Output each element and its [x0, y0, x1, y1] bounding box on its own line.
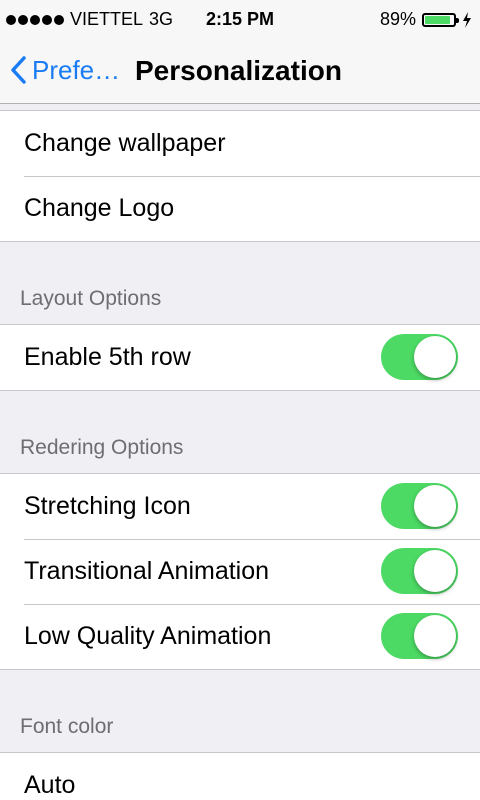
font-color-auto-cell[interactable]: Auto — [0, 753, 480, 800]
enable-5th-row-label: Enable 5th row — [24, 343, 191, 371]
layout-options-header: Layout Options — [20, 287, 162, 310]
navigation-bar: Prefe… Personalization — [0, 40, 480, 104]
stretching-icon-toggle[interactable] — [381, 483, 458, 529]
change-logo-label: Change Logo — [24, 194, 175, 222]
back-button-label: Prefe… — [32, 54, 121, 85]
settings-list[interactable]: Change wallpaper Change Logo Layout Opti… — [0, 104, 480, 800]
chevron-left-icon — [11, 56, 26, 84]
back-button[interactable]: Prefe… — [10, 50, 120, 90]
transitional-animation-cell: Transitional Animation — [0, 539, 480, 604]
change-logo-cell[interactable]: Change Logo — [0, 176, 480, 241]
battery-fill — [425, 15, 450, 24]
low-quality-animation-label: Low Quality Animation — [24, 622, 272, 650]
change-wallpaper-cell[interactable]: Change wallpaper — [0, 111, 480, 176]
stretching-icon-label: Stretching Icon — [24, 492, 191, 520]
low-quality-animation-cell: Low Quality Animation — [0, 604, 480, 669]
font-color-header: Font color — [20, 715, 114, 738]
font-color-auto-label: Auto — [24, 771, 76, 799]
change-wallpaper-label: Change wallpaper — [24, 129, 226, 157]
enable-5th-row-toggle[interactable] — [381, 334, 458, 380]
rendering-options-header: Redering Options — [20, 436, 184, 459]
battery-percent: 89% — [379, 9, 416, 29]
group-appearance: Change wallpaper Change Logo — [0, 110, 480, 242]
battery-icon — [422, 12, 459, 27]
low-quality-animation-toggle[interactable] — [381, 613, 458, 659]
group-rendering-options: Stretching Icon Transitional Animation L… — [0, 473, 480, 670]
stretching-icon-cell: Stretching Icon — [0, 474, 480, 539]
transitional-animation-label: Transitional Animation — [24, 557, 270, 585]
transitional-animation-toggle[interactable] — [381, 548, 458, 594]
enable-5th-row-cell: Enable 5th row — [0, 325, 480, 390]
status-right: 89% — [380, 9, 472, 30]
group-font-color: Auto — [0, 752, 480, 800]
status-bar: VIETTEL 3G 2:15 PM 89% — [0, 0, 480, 40]
group-layout-options: Enable 5th row — [0, 324, 480, 391]
page-title: Personalization — [135, 55, 342, 86]
charging-bolt-icon — [463, 11, 471, 28]
